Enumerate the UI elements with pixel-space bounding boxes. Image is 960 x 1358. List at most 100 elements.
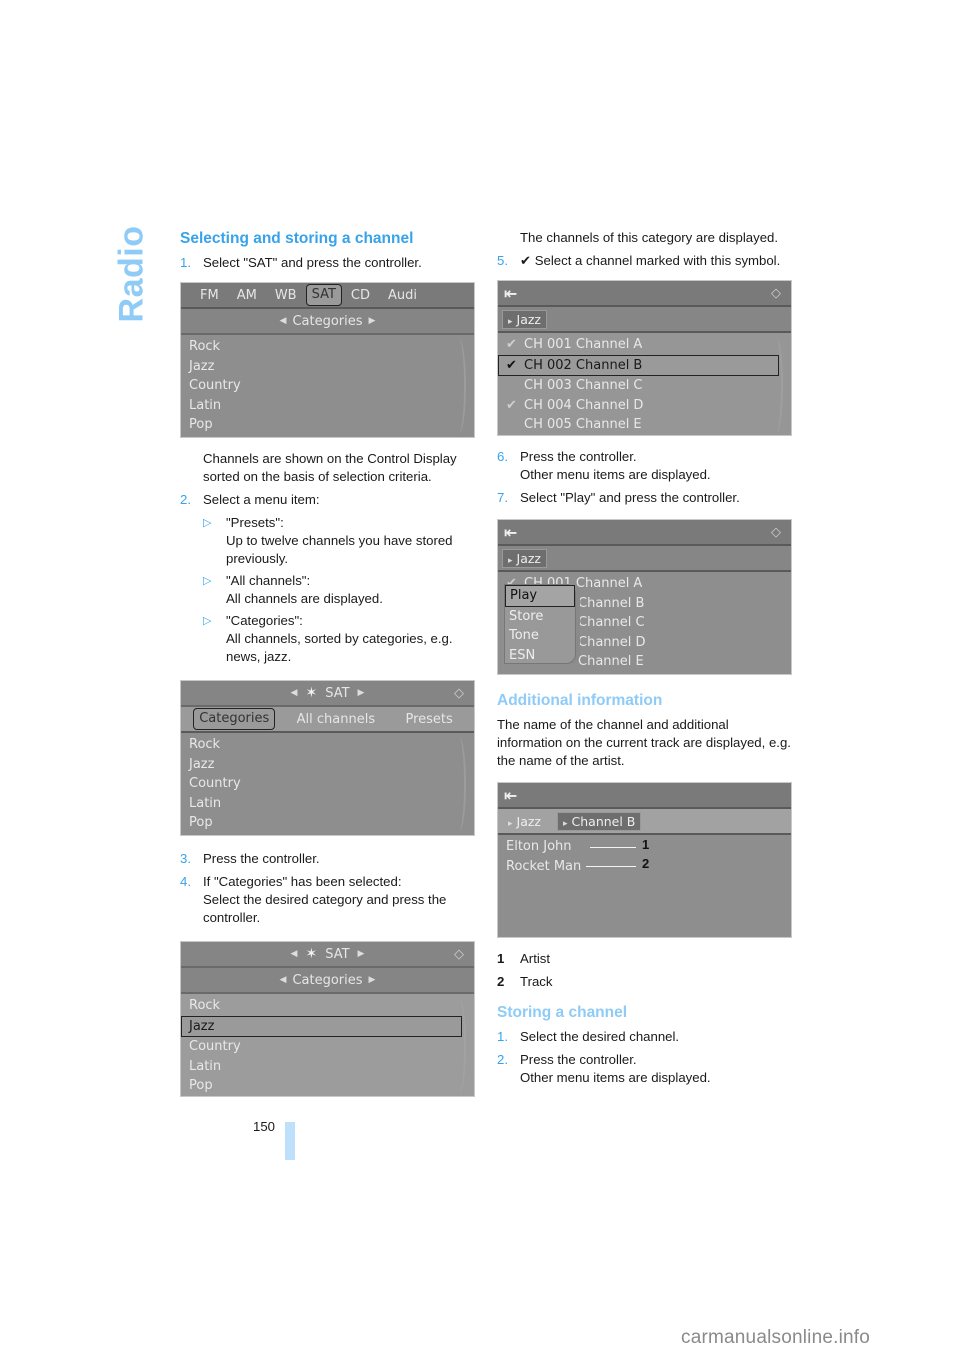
list-item[interactable]: Jazz — [189, 357, 466, 377]
paragraph-channels-displayed: The channels of this category are displa… — [520, 230, 779, 245]
tab-wb[interactable]: WB — [266, 288, 306, 303]
sat-title-bar: ◀ ✶ SAT ▶ ◇ — [181, 942, 474, 968]
arrow-right-icon: ▶ — [368, 975, 376, 985]
tab-sat[interactable]: SAT — [305, 284, 342, 306]
section-title-selecting: Selecting and storing a channel — [180, 230, 414, 247]
list-item[interactable]: Pop — [189, 1076, 466, 1096]
list-item[interactable]: Latin — [189, 794, 466, 814]
checkmark-icon: ✔ — [520, 253, 532, 268]
breadcrumb-jazz[interactable]: ▸ Jazz — [502, 548, 547, 568]
arrow-right-icon: ▸ — [563, 818, 568, 829]
tab-fm[interactable]: FM — [191, 288, 228, 303]
list-item[interactable]: Country — [189, 1037, 466, 1057]
tab-cd[interactable]: CD — [342, 288, 379, 303]
back-arrow-icon[interactable]: ⇤ — [498, 786, 517, 805]
list-item[interactable]: Jazz — [189, 755, 466, 775]
list-item[interactable]: Rock — [189, 996, 466, 1016]
list-item[interactable]: Latin — [189, 1057, 466, 1077]
list-item[interactable]: Country — [189, 774, 466, 794]
options-popup-menu: Play Store Tone ESN — [504, 584, 576, 664]
breadcrumb-channel-b[interactable]: ▸ Channel B — [557, 811, 642, 831]
step-number: 6. — [497, 449, 508, 464]
screen-categories-jazz: ◀ ✶ SAT ▶ ◇ ◀ Categories ▶ Rock Jazz Cou… — [180, 941, 475, 1097]
menu-item-play[interactable]: Play — [505, 585, 575, 607]
triangle-bullet-icon: ▷ — [203, 615, 212, 627]
tab-categories[interactable]: Categories — [193, 708, 276, 730]
tab-all-channels[interactable]: All channels — [288, 712, 384, 727]
list-item[interactable]: Country — [189, 376, 466, 396]
list-item-selected[interactable]: Jazz — [181, 1015, 462, 1037]
step-number: 1. — [497, 1029, 508, 1044]
step-text: Select a channel marked with this symbol… — [534, 253, 781, 268]
channel-item-selected[interactable]: ✔ CH 002 Channel B — [498, 354, 779, 376]
scroll-arc — [452, 998, 466, 1094]
tab-presets[interactable]: Presets — [396, 712, 461, 727]
paragraph-channels-shown: Channels are shown on the Control Displa… — [203, 451, 457, 484]
list-item[interactable]: Pop — [189, 415, 466, 435]
tab-audio[interactable]: Audi — [379, 288, 426, 303]
bullet-all-channels: ▷ "All channels": All channels are displ… — [180, 572, 480, 608]
navigation-diamond-icon[interactable]: ◇ — [767, 285, 785, 303]
channel-item[interactable]: CH 003 Channel C — [506, 376, 783, 396]
satellite-icon: ✶ — [305, 685, 318, 701]
arrow-left-icon: ◀ — [279, 975, 287, 985]
list-item[interactable]: Latin — [189, 396, 466, 416]
legend-number: 2 — [497, 974, 505, 989]
arrow-right-icon: ▶ — [357, 949, 365, 959]
channel-item[interactable]: CH 005 Channel E — [506, 415, 783, 435]
navigation-diamond-icon[interactable]: ◇ — [450, 946, 468, 964]
breadcrumb-jazz[interactable]: ▸ Jazz — [502, 812, 547, 831]
categories-header[interactable]: ◀ Categories ▶ — [181, 968, 474, 994]
satellite-icon: ✶ — [305, 946, 318, 962]
list-item[interactable]: Rock — [189, 735, 466, 755]
category-list: Rock Jazz Country Latin Pop — [181, 733, 474, 835]
bullet-label: "Presets": — [226, 515, 284, 530]
channel-label: CH 002 Channel B — [524, 357, 643, 373]
step-text: Press the controller. — [520, 1052, 637, 1067]
channel-item[interactable]: ✔ CH 004 Channel D — [506, 396, 783, 416]
back-arrow-icon[interactable]: ⇤ — [498, 523, 517, 542]
step-text: Press the controller. — [520, 449, 637, 464]
screen-jazz-channels: ⇤ ◇ ▸ Jazz ✔ CH 001 Channel A ✔ CH 002 Cha… — [497, 280, 792, 436]
menu-item-tone[interactable]: Tone — [505, 626, 575, 646]
triangle-bullet-icon: ▷ — [203, 575, 212, 587]
arrow-right-icon: ▸ — [508, 316, 513, 327]
scroll-arc — [452, 737, 466, 831]
checkmark-icon: ✔ — [506, 357, 517, 373]
breadcrumb-jazz[interactable]: ▸ Jazz — [502, 309, 547, 329]
scroll-arc — [452, 339, 466, 433]
section-title-storing: Storing a channel — [497, 1004, 628, 1021]
menu-item-esn[interactable]: ESN — [505, 646, 575, 666]
breadcrumb-label: Jazz — [516, 311, 541, 327]
step-5: 5. ✔ Select a channel marked with this s… — [497, 252, 797, 270]
paragraph-additional-info: The name of the channel and additional i… — [497, 717, 791, 768]
storing-step-1: 1. Select the desired channel. — [497, 1028, 797, 1046]
navigation-diamond-icon[interactable]: ◇ — [450, 685, 468, 703]
breadcrumb-bar: ▸ Jazz — [498, 546, 791, 572]
back-bar: ⇤ ◇ — [498, 520, 791, 546]
tab-am[interactable]: AM — [228, 288, 266, 303]
track-info: Elton John Rocket Man 1 2 — [498, 835, 791, 878]
back-arrow-icon[interactable]: ⇤ — [498, 284, 517, 303]
step-number: 3. — [180, 851, 191, 866]
categories-label: Categories — [292, 313, 363, 329]
bullet-presets: ▷ "Presets": Up to twelve channels you h… — [180, 514, 480, 568]
left-column: Selecting and storing a channel 1. Selec… — [180, 229, 480, 1097]
sat-title: SAT — [325, 946, 350, 962]
step-text: Select "Play" and press the controller. — [520, 490, 740, 505]
navigation-diamond-icon[interactable]: ◇ — [767, 524, 785, 542]
list-item[interactable]: Pop — [189, 813, 466, 833]
categories-header[interactable]: ◀ Categories ▶ — [181, 309, 474, 335]
legend: 1 Artist 2 Track — [497, 950, 797, 991]
chapter-side-label: Radio — [112, 226, 152, 323]
step-1: 1. Select "SAT" and press the controller… — [180, 254, 480, 272]
list-item[interactable]: Rock — [189, 337, 466, 357]
breadcrumb-label: Jazz — [516, 813, 541, 829]
menu-item-store[interactable]: Store — [505, 607, 575, 627]
footer-website[interactable]: carmanualsonline.info — [681, 1327, 870, 1349]
scroll-arc — [769, 337, 783, 433]
step-text-2: Other menu items are displayed. — [520, 1070, 711, 1085]
channel-item[interactable]: ✔ CH 001 Channel A — [506, 335, 783, 355]
arrow-right-icon: ▶ — [357, 688, 365, 698]
right-column: The channels of this category are displa… — [497, 229, 797, 1092]
